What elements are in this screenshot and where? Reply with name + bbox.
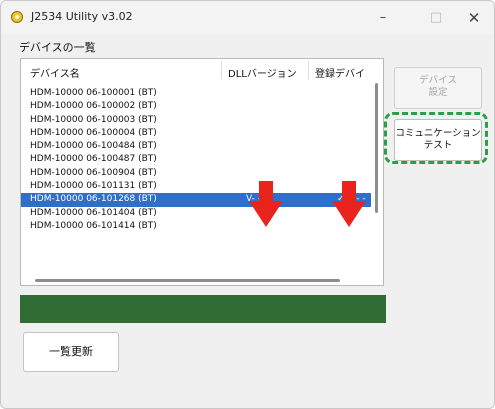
list-header: デバイス名 DLLバージョン 登録デバイ — [21, 59, 381, 81]
list-item[interactable]: HDM-10000 06-101268 (BT)V- - -✓V- - - — [21, 193, 371, 207]
status-bar — [20, 295, 386, 323]
device-name-cell: HDM-10000 06-101131 (BT) — [30, 181, 157, 192]
device-settings-button: デバイス 設定 — [394, 67, 482, 109]
device-name-cell: HDM-10000 06-101414 (BT) — [30, 220, 157, 231]
column-divider[interactable] — [221, 61, 222, 79]
device-name-cell: HDM-10000 06-101268 (BT) — [30, 194, 157, 205]
device-name-cell: HDM-10000 06-100487 (BT) — [30, 154, 157, 165]
list-item[interactable]: HDM-10000 06-100484 (BT) — [21, 140, 371, 153]
device-name-cell: HDM-10000 06-100003 (BT) — [30, 114, 157, 125]
window-title: J2534 Utility v3.02 — [31, 10, 133, 23]
list-item[interactable]: HDM-10000 06-100004 (BT) — [21, 127, 371, 140]
column-dll-version[interactable]: DLLバージョン — [228, 65, 297, 80]
vertical-scrollbar[interactable] — [375, 83, 378, 213]
list-item[interactable]: HDM-10000 06-100002 (BT) — [21, 100, 371, 113]
column-divider[interactable] — [308, 61, 309, 79]
device-name-cell: HDM-10000 06-100002 (BT) — [30, 101, 157, 112]
list-item[interactable]: HDM-10000 06-101404 (BT) — [21, 207, 371, 220]
device-name-cell: HDM-10000 06-101404 (BT) — [30, 207, 157, 218]
device-name-cell: HDM-10000 06-100904 (BT) — [30, 167, 157, 178]
maximize-button: □ — [429, 10, 443, 25]
horizontal-scrollbar[interactable] — [35, 279, 340, 282]
column-device-name[interactable]: デバイス名 — [30, 65, 80, 80]
device-list-label: デバイスの一覧 — [19, 41, 96, 54]
app-gear-icon — [11, 11, 23, 23]
device-name-cell: HDM-10000 06-100004 (BT) — [30, 127, 157, 138]
list-item[interactable]: HDM-10000 06-101131 (BT) — [21, 180, 371, 193]
highlight-dashed-frame — [384, 112, 488, 164]
minimize-button[interactable]: – — [368, 7, 398, 29]
down-arrow-icon — [332, 181, 366, 227]
title-bar[interactable]: J2534 Utility v3.02 – □ ✕ — [1, 1, 494, 35]
list-rows: HDM-10000 06-100001 (BT) HDM-10000 06-100… — [21, 87, 371, 233]
down-arrow-icon — [249, 181, 283, 227]
list-item[interactable]: HDM-10000 06-100001 (BT) — [21, 87, 371, 100]
device-name-cell: HDM-10000 06-100001 (BT) — [30, 88, 157, 98]
close-button[interactable]: ✕ — [459, 7, 489, 29]
refresh-list-button[interactable]: 一覧更新 — [23, 332, 119, 372]
device-settings-label-line2: 設定 — [428, 87, 448, 98]
app-window: J2534 Utility v3.02 – □ ✕ デバイスの一覧 デバイス名 … — [0, 0, 495, 409]
device-list[interactable]: デバイス名 DLLバージョン 登録デバイ HDM-10000 06-100001… — [20, 58, 384, 286]
device-settings-label-line1: デバイス — [419, 75, 457, 86]
list-item[interactable]: HDM-10000 06-101414 (BT) — [21, 220, 371, 233]
column-registered-device[interactable]: 登録デバイ — [315, 65, 365, 80]
list-item[interactable]: HDM-10000 06-100904 (BT) — [21, 167, 371, 180]
list-item[interactable]: HDM-10000 06-100487 (BT) — [21, 153, 371, 166]
device-name-cell: HDM-10000 06-100484 (BT) — [30, 141, 157, 152]
list-item[interactable]: HDM-10000 06-100003 (BT) — [21, 114, 371, 127]
